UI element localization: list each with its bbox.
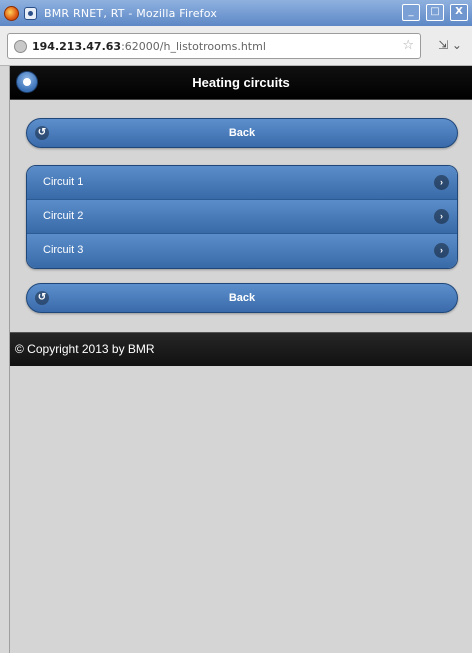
chevron-right-icon: › [434,209,449,224]
back-button-top[interactable]: ↺ Back [26,118,458,148]
page-footer: © Copyright 2013 by BMR [10,332,472,366]
circuit-label: Circuit 1 [43,176,84,188]
page-viewport: Heating circuits ↺ Back Circuit 1 › Circ… [9,66,472,653]
back-button-label: Back [228,127,256,139]
chevron-right-icon: › [434,243,449,258]
circuit-list: Circuit 1 › Circuit 2 › Circuit 3 › [26,165,458,269]
window-title: BMR RNET, RT - Mozilla Firefox [44,6,218,20]
copyright-text: © Copyright 2013 by BMR [15,342,155,356]
circuit-label: Circuit 3 [43,244,84,256]
back-arrow-icon: ↺ [35,291,49,305]
list-item-circuit-3[interactable]: Circuit 3 › [27,234,457,268]
firefox-icon [4,5,19,21]
minimize-button[interactable]: _ [402,4,420,21]
chevron-right-icon: › [434,175,449,190]
back-arrow-icon: ↺ [35,126,49,140]
app-icon [24,6,37,20]
navigation-bar: 194.213.47.63 :62000/h_listotrooms.html … [0,26,472,66]
list-item-circuit-1[interactable]: Circuit 1 › [27,166,457,200]
page-title: Heating circuits [192,75,290,90]
home-icon[interactable] [16,71,38,93]
site-identity-icon[interactable] [14,39,27,53]
window-controls: _ □ X [402,4,468,21]
maximize-button[interactable]: □ [426,4,444,21]
url-path: :62000/h_listotrooms.html [121,39,266,53]
toolbar-overflow-icon[interactable]: ⇲ ⌄ [438,38,462,52]
browser-window: BMR RNET, RT - Mozilla Firefox _ □ X 194… [0,0,472,653]
back-button-bottom[interactable]: ↺ Back [26,283,458,313]
url-bar[interactable]: 194.213.47.63 :62000/h_listotrooms.html … [7,33,421,59]
url-host: 194.213.47.63 [32,39,122,53]
title-bar: BMR RNET, RT - Mozilla Firefox _ □ X [0,0,472,26]
list-item-circuit-2[interactable]: Circuit 2 › [27,200,457,234]
page-header: Heating circuits [10,66,472,100]
circuit-label: Circuit 2 [43,210,84,222]
back-button-label: Back [228,292,256,304]
close-button[interactable]: X [450,4,468,21]
bookmark-star-icon[interactable]: ☆ [402,38,414,53]
